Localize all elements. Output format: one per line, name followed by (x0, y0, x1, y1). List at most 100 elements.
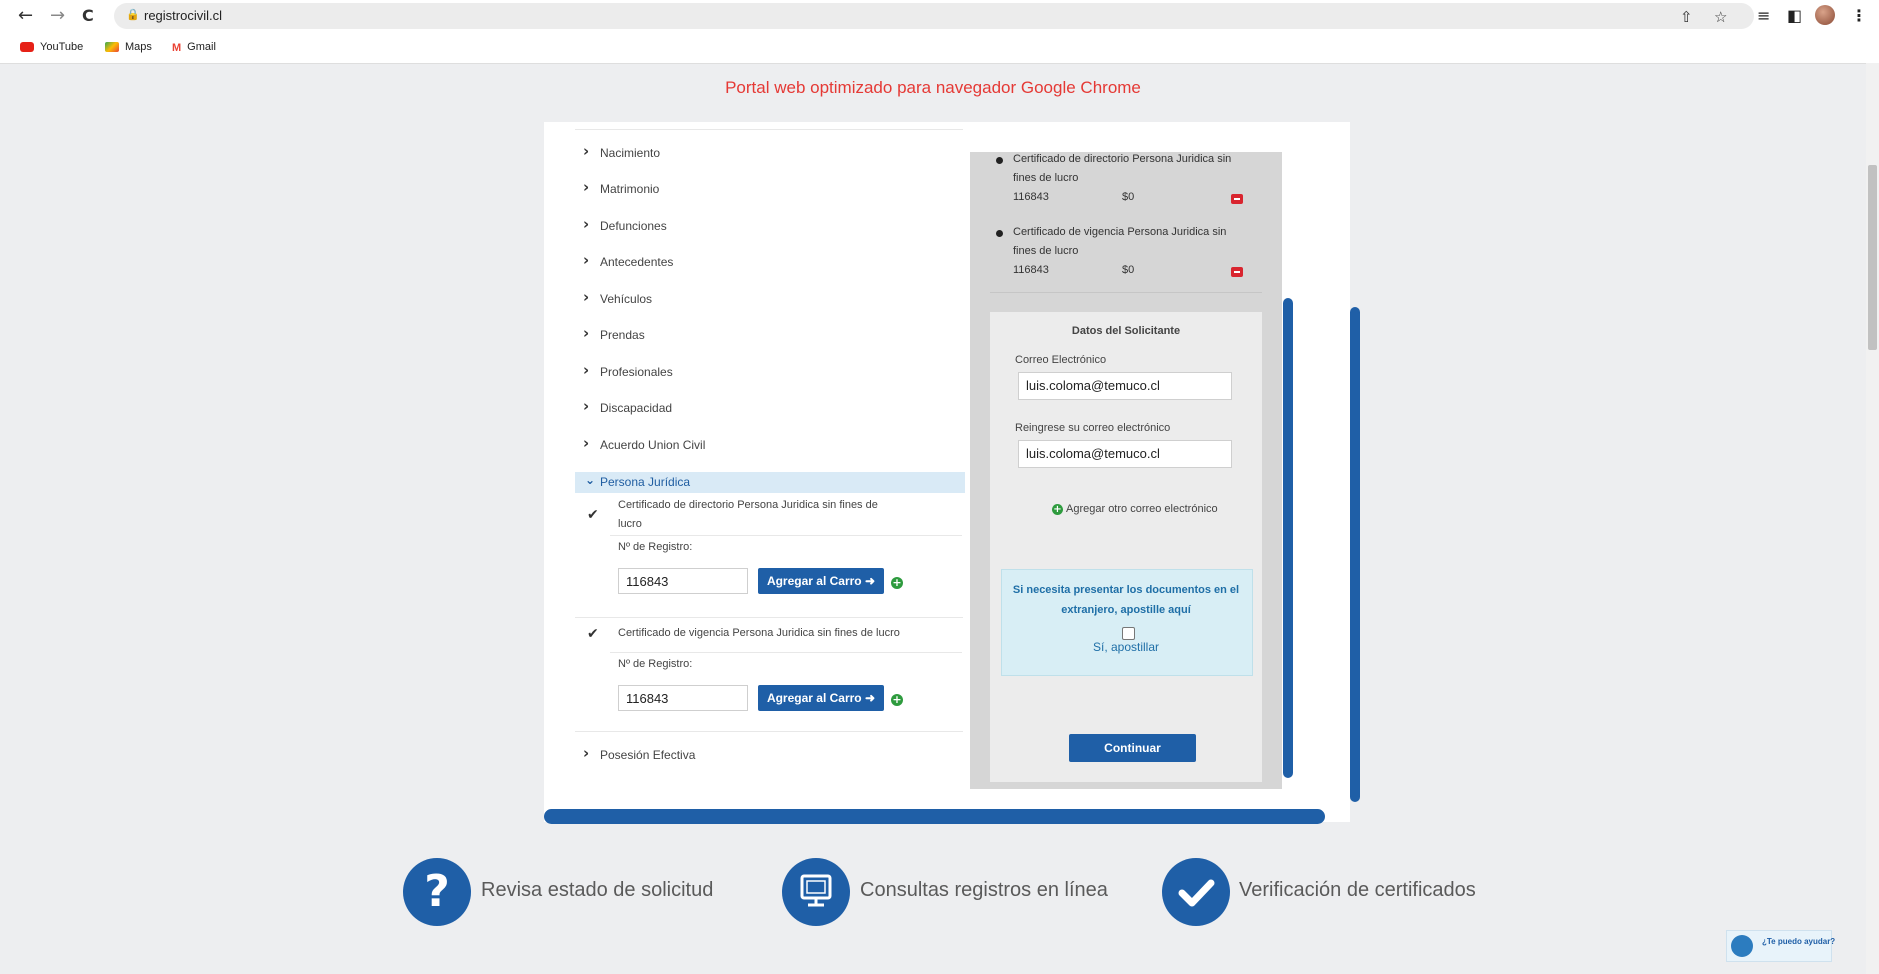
maps-icon (105, 42, 119, 53)
cart-scrollbar[interactable] (1283, 298, 1293, 778)
chevron-right-icon: › (583, 324, 590, 342)
checkmark-icon[interactable] (1162, 858, 1230, 926)
menu-prendas[interactable]: Prendas (600, 328, 645, 342)
apostille-check-label[interactable]: Sí, apostillar (1001, 640, 1251, 654)
browser-toolbar: ← → C 🔒 registrocivil.cl ⇧ ☆ ≡ ◧ ⋮ (0, 0, 1879, 33)
divider (990, 292, 1262, 293)
reemail-field[interactable]: luis.coloma@temuco.cl (1018, 440, 1232, 468)
chevron-right-icon: › (583, 361, 590, 379)
email-label: Correo Electrónico (1015, 354, 1107, 366)
link-consultas-registros[interactable]: Consultas registros en línea (860, 879, 1108, 902)
remove-icon[interactable] (1231, 267, 1243, 277)
button-label: Agregar al Carro (766, 574, 862, 588)
cart-item-2-code: 116843 (1013, 264, 1049, 276)
chevron-right-icon: › (583, 288, 590, 306)
cart-item-1-code: 116843 (1013, 191, 1049, 203)
reload-icon[interactable]: C (82, 6, 94, 26)
add-email-link[interactable]: Agregar otro correo electrónico (1066, 500, 1218, 519)
cart-item-1-name: Certificado de directorio Persona Juridi… (1013, 150, 1231, 188)
divider (575, 731, 963, 732)
help-chat-text: ¿Te puedo ayudar? (1762, 937, 1836, 946)
help-chat-widget[interactable] (1726, 930, 1832, 962)
cert-2-name: Certificado de vigencia Persona Juridica… (618, 627, 900, 639)
chevron-right-icon: › (583, 251, 590, 269)
page-scrollbar-thumb[interactable] (1868, 165, 1877, 350)
link-estado-solicitud[interactable]: Revisa estado de solicitud (481, 879, 713, 902)
plus-circle-icon[interactable]: + (891, 577, 903, 589)
reading-list-icon[interactable]: ≡ (1757, 6, 1770, 25)
side-panel-icon[interactable]: ◧ (1787, 6, 1802, 25)
cart-item-2-line2: fines de lucro (1013, 245, 1079, 257)
cert-1-registro-label: Nº de Registro: (618, 541, 693, 553)
menu-antecedentes[interactable]: Antecedentes (600, 255, 673, 269)
cert-1-registro-input[interactable]: 116843 (618, 568, 748, 594)
bookmark-youtube[interactable]: YouTube (20, 41, 83, 53)
menu-nacimiento[interactable]: Nacimiento (600, 146, 660, 160)
arrow-right-icon: ➜ (864, 574, 876, 588)
plus-circle-icon[interactable]: + (891, 694, 903, 706)
cert-2-registro-input[interactable]: 116843 (618, 685, 748, 711)
chevron-down-icon: ⌄ (585, 473, 596, 487)
assistant-avatar-icon (1731, 935, 1753, 957)
menu-matrimonio[interactable]: Matrimonio (600, 182, 659, 196)
menu-profesionales[interactable]: Profesionales (600, 365, 673, 379)
menu-persona-juridica-label: Persona Jurídica (600, 475, 691, 489)
divider (610, 652, 962, 653)
menu-acuerdo-union-civil[interactable]: Acuerdo Union Civil (600, 438, 705, 452)
remove-icon[interactable] (1231, 194, 1243, 204)
bookmark-label: Maps (125, 41, 152, 53)
chevron-right-icon: › (583, 744, 590, 762)
question-icon[interactable]: ? (403, 858, 471, 926)
browser-notice: Portal web optimizado para navegador Goo… (725, 78, 1141, 97)
bookmark-gmail[interactable]: M Gmail (172, 41, 216, 55)
bookmark-label: YouTube (40, 41, 84, 53)
monitor-icon[interactable] (782, 858, 850, 926)
button-label: Agregar al Carro (766, 691, 862, 705)
cert-2-add-to-cart-button[interactable]: Agregar al Carro ➜ (758, 685, 884, 711)
checkmark-icon[interactable]: ✔ (587, 508, 601, 522)
cert-1-add-to-cart-button[interactable]: Agregar al Carro ➜ (758, 568, 884, 594)
youtube-icon (20, 42, 34, 53)
gmail-icon: M (172, 42, 182, 55)
url-text: registrocivil.cl (144, 8, 223, 23)
checkmark-icon[interactable]: ✔ (587, 627, 601, 641)
reemail-label: Reingrese su correo electrónico (1015, 422, 1171, 434)
chevron-right-icon: › (583, 397, 590, 415)
bullet-icon (996, 230, 1003, 237)
chevron-right-icon: › (583, 434, 590, 452)
link-verificacion-certificados[interactable]: Verificación de certificados (1239, 879, 1476, 902)
bookmark-label: Gmail (187, 41, 216, 53)
cert-1-name-line2: lucro (618, 518, 642, 530)
lock-icon: 🔒 (126, 8, 140, 21)
menu-defunciones[interactable]: Defunciones (600, 219, 667, 233)
share-icon[interactable]: ⇧ (1680, 8, 1693, 26)
apostille-checkbox[interactable] (1122, 627, 1135, 640)
divider (610, 535, 962, 536)
menu-vehiculos[interactable]: Vehículos (600, 292, 652, 306)
bookmark-maps[interactable]: Maps (105, 41, 152, 53)
forward-icon[interactable]: → (50, 6, 65, 26)
cart-item-2-name: Certificado de vigencia Persona Juridica… (1013, 223, 1226, 261)
apostille-text: Si necesita presentar los documentos en … (1001, 580, 1251, 620)
address-bar[interactable]: 🔒 registrocivil.cl ⇧ ☆ (114, 3, 1754, 29)
cart-item-1-line2: fines de lucro (1013, 172, 1079, 184)
chevron-right-icon: › (583, 142, 590, 160)
cart-item-2-price: $0 (1122, 264, 1135, 276)
bookmarks-bar: YouTube Maps M Gmail (0, 33, 1879, 64)
monitor-graphic (800, 874, 832, 907)
cart-item-1-price: $0 (1122, 191, 1135, 203)
email-field[interactable]: luis.coloma@temuco.cl (1018, 372, 1232, 400)
divider (575, 129, 963, 130)
plus-circle-icon: + (1052, 504, 1063, 515)
continue-button[interactable]: Continuar (1069, 734, 1196, 762)
back-icon[interactable]: ← (18, 6, 33, 26)
cert-1-name: Certificado de directorio Persona Juridi… (618, 496, 908, 534)
horizontal-scrollbar[interactable] (544, 809, 1325, 824)
star-icon[interactable]: ☆ (1714, 8, 1727, 26)
menu-posesion-efectiva[interactable]: Posesión Efectiva (600, 748, 695, 762)
profile-avatar[interactable] (1815, 5, 1835, 25)
card-scrollbar[interactable] (1350, 307, 1360, 802)
more-menu-icon[interactable]: ⋮ (1851, 6, 1867, 25)
menu-discapacidad[interactable]: Discapacidad (600, 401, 672, 415)
checkmark-graphic (1178, 879, 1215, 907)
